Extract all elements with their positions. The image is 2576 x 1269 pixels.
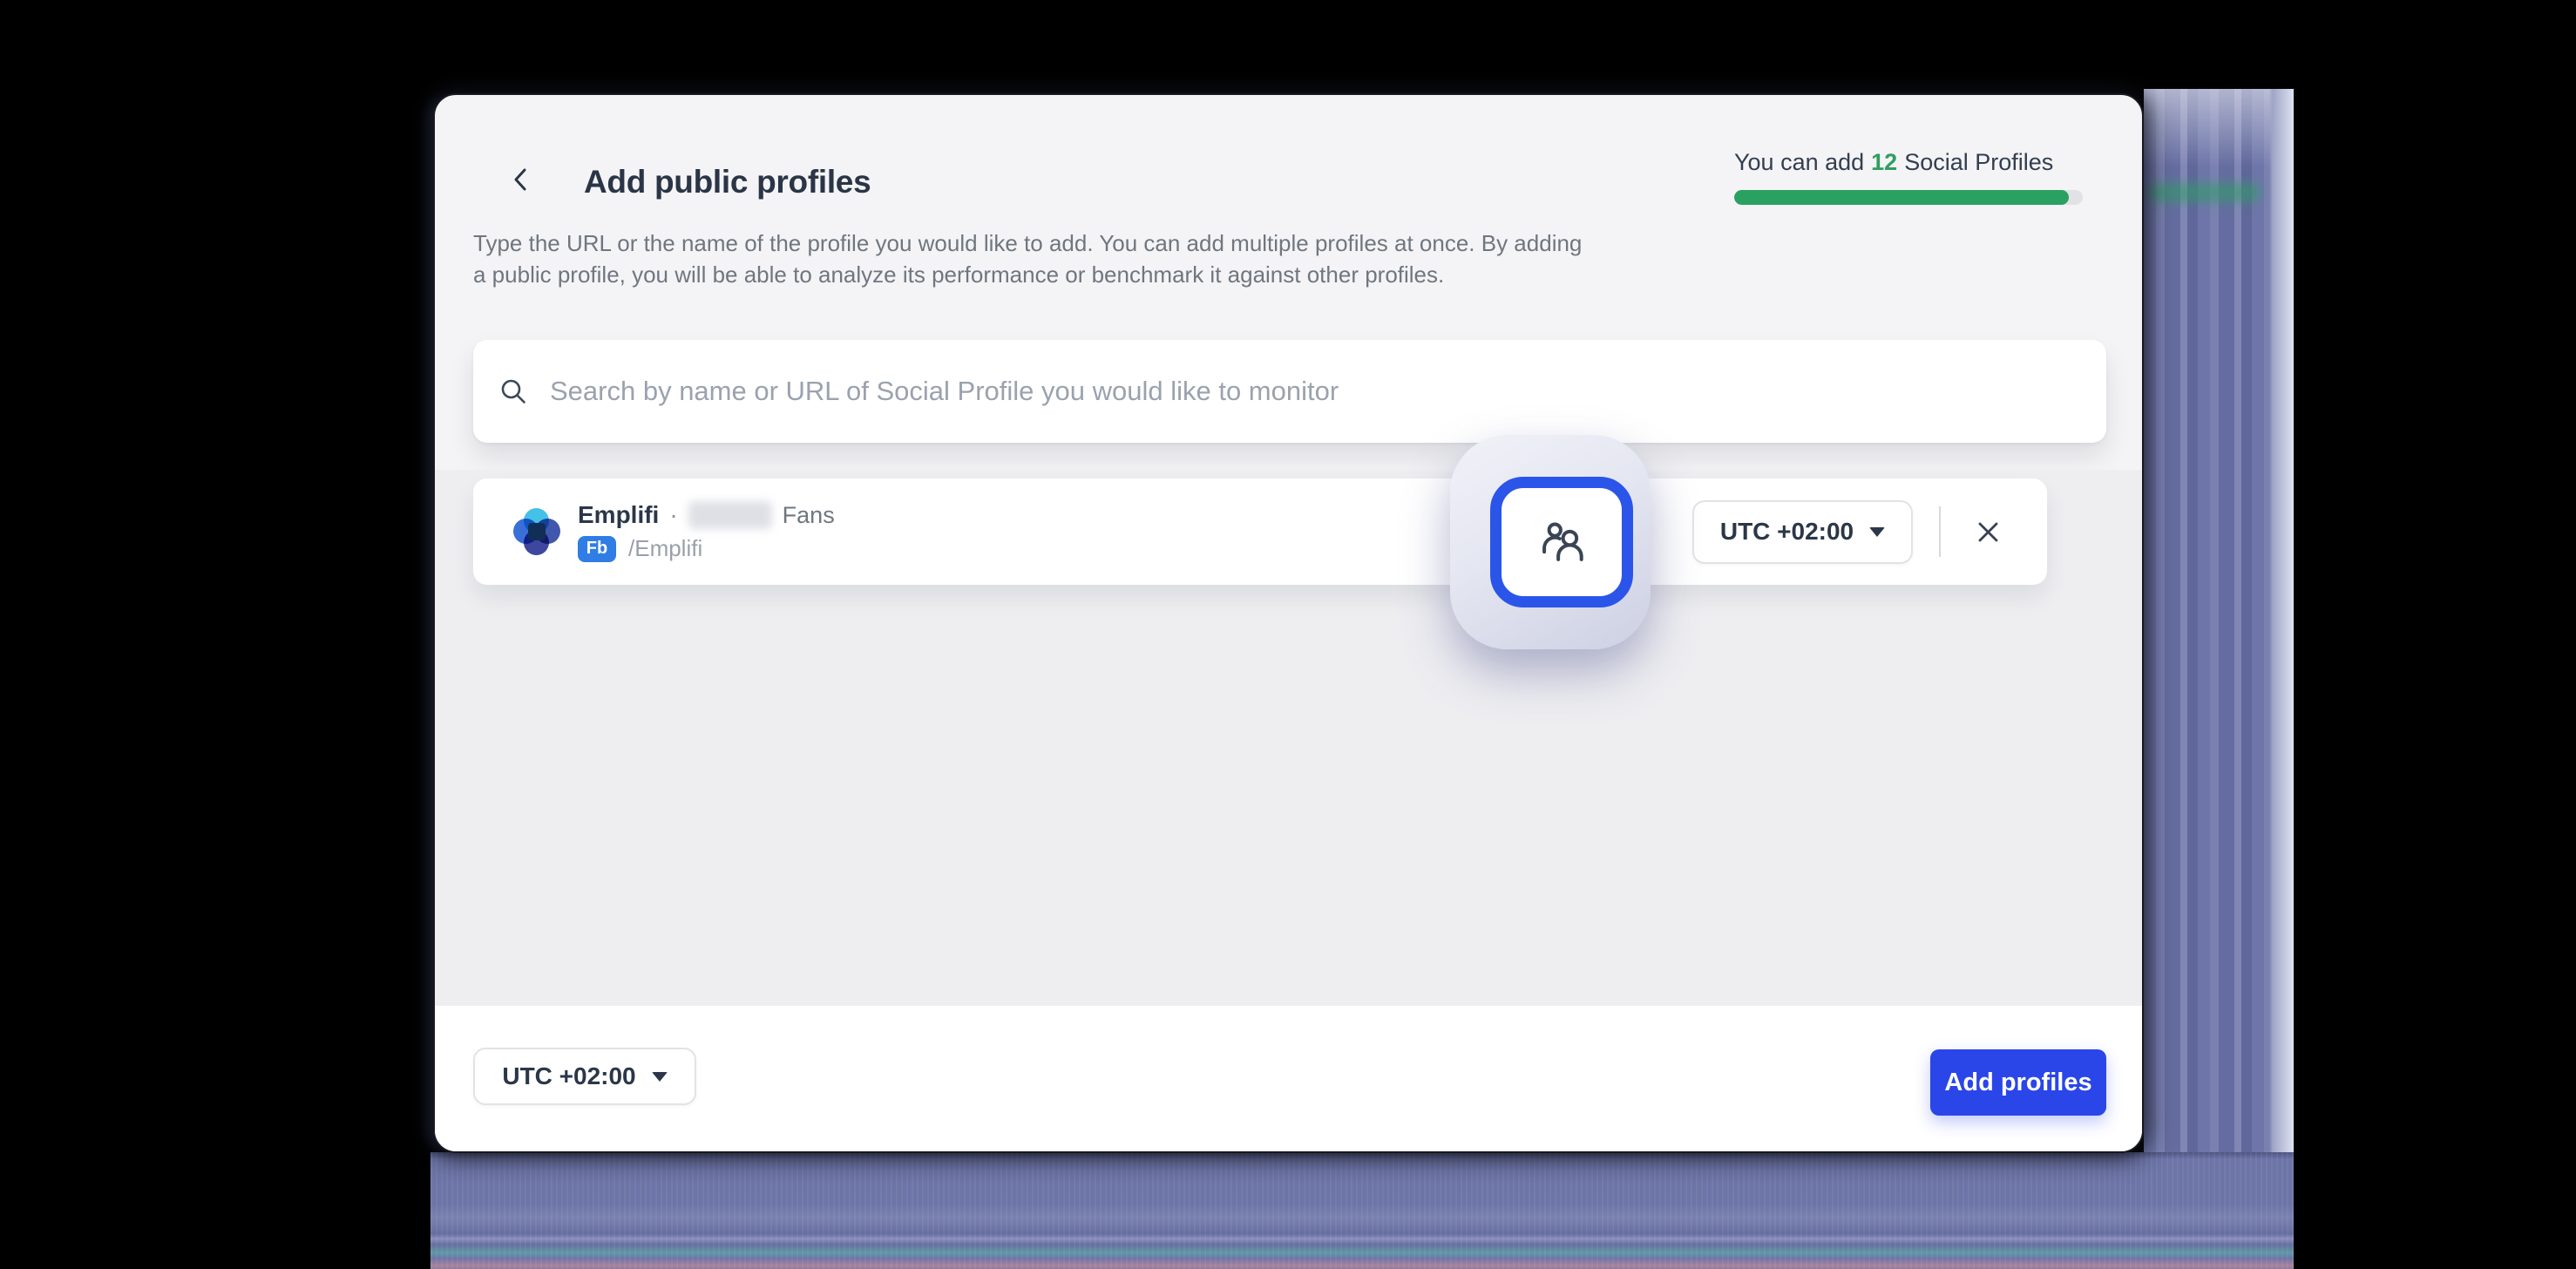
- page-title: Add public profiles: [584, 164, 871, 200]
- chevron-down-icon: [652, 1072, 668, 1082]
- limit-prefix: You can add: [1734, 149, 1864, 176]
- divider: [1939, 506, 1941, 557]
- redacted-fan-count: [688, 501, 772, 529]
- facebook-badge: Fb: [578, 536, 616, 562]
- profile-handle: /Emplifi: [628, 535, 702, 562]
- progressbar-ghost-artifact: [2147, 183, 2261, 202]
- chevron-left-icon: [506, 165, 536, 194]
- emplifi-logo-icon: [513, 508, 560, 555]
- progressbar-fill: [1734, 190, 2069, 205]
- footer-timezone-value: UTC +02:00: [502, 1062, 635, 1090]
- add-profiles-button[interactable]: Add profiles: [1930, 1049, 2106, 1116]
- glitch-artifact-bottom: [430, 1152, 2294, 1269]
- search-input[interactable]: [550, 340, 2092, 443]
- add-public-profiles-modal: Add public profiles You can add 12 Socia…: [433, 93, 2144, 1153]
- modal-description: Type the URL or the name of the profile …: [473, 227, 1593, 290]
- profile-info: Emplifi · Fans Fb /Emplifi: [578, 501, 835, 562]
- results-panel: Emplifi · Fans Fb /Emplifi UTC +02:00: [435, 470, 2142, 1006]
- glitch-artifact-right: [2144, 89, 2294, 1269]
- close-icon: [1976, 520, 2000, 544]
- timezone-dropdown[interactable]: UTC +02:00: [1692, 500, 1913, 564]
- limit-count: 12: [1871, 149, 1897, 176]
- search-bar: [473, 340, 2106, 443]
- drag-ghost-tile: [1490, 477, 1633, 607]
- profile-limit-label: You can add 12 Social Profiles: [1734, 149, 2107, 176]
- modal-footer: UTC +02:00 Add profiles: [435, 1006, 2142, 1153]
- search-icon: [499, 377, 527, 405]
- back-button[interactable]: [503, 161, 539, 198]
- chevron-down-icon: [1869, 527, 1885, 537]
- drag-ghost[interactable]: [1450, 435, 1651, 649]
- limit-suffix: Social Profiles: [1904, 149, 2053, 176]
- users-icon: [1535, 515, 1589, 569]
- footer-timezone-dropdown[interactable]: UTC +02:00: [473, 1048, 696, 1105]
- remove-profile-button[interactable]: [1967, 511, 2009, 553]
- profile-limit-progressbar: [1734, 190, 2083, 205]
- separator-dot: ·: [669, 501, 677, 529]
- profile-name: Emplifi: [578, 501, 659, 529]
- timezone-value: UTC +02:00: [1720, 518, 1854, 546]
- fans-label: Fans: [783, 502, 835, 529]
- profile-row[interactable]: Emplifi · Fans Fb /Emplifi UTC +02:00: [473, 478, 2047, 585]
